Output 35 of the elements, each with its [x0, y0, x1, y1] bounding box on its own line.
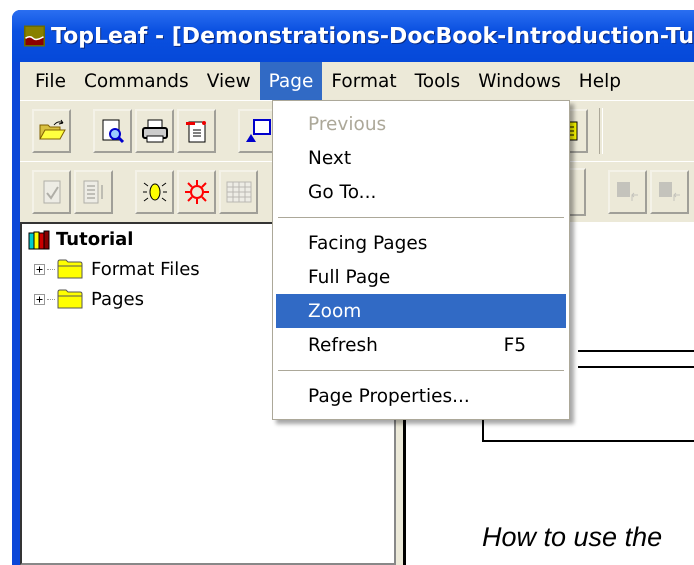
menu-option[interactable]: Facing Pages — [276, 226, 566, 260]
menu-option[interactable]: Refresh F5 — [276, 328, 566, 362]
document-heading: How to use the — [482, 522, 662, 553]
grid-icon — [224, 179, 252, 205]
tree-item[interactable]: Format Files — [91, 258, 200, 280]
menu-option[interactable]: Page Properties... — [276, 379, 566, 413]
document-button[interactable] — [177, 109, 216, 153]
folder-icon — [57, 258, 83, 280]
menu-item[interactable]: Format — [322, 62, 406, 100]
print-button[interactable] — [135, 109, 174, 153]
menu-item[interactable]: Windows — [469, 62, 570, 100]
menu-item[interactable]: Tools — [406, 62, 470, 100]
menu-item[interactable]: View — [198, 62, 260, 100]
tree-root-label[interactable]: Tutorial — [56, 228, 134, 250]
open-folder-button[interactable] — [32, 109, 71, 153]
menu-option[interactable]: Zoom — [276, 294, 566, 328]
preview-button[interactable] — [93, 109, 132, 153]
printer-icon — [140, 118, 168, 144]
menu-option[interactable]: Full Page — [276, 260, 566, 294]
menu-option[interactable]: Go To... — [276, 175, 566, 209]
expand-icon[interactable] — [34, 294, 45, 304]
menu-item[interactable]: Help — [570, 62, 630, 100]
menu-item[interactable]: Commands — [74, 62, 198, 100]
window-title: TopLeaf - [Demonstrations-DocBook-Introduction-Tu — [51, 24, 694, 48]
bulb-button[interactable] — [135, 170, 174, 214]
magnifier-page-icon — [100, 118, 126, 144]
menu-item[interactable]: File — [26, 62, 75, 100]
sun-icon — [184, 179, 210, 205]
menu-item[interactable]: Page — [260, 62, 322, 100]
sun-button[interactable] — [177, 170, 216, 214]
books-icon — [28, 228, 50, 250]
expand-icon[interactable] — [34, 264, 45, 274]
folder-icon — [57, 288, 83, 310]
menu-option[interactable]: Next — [276, 141, 566, 175]
tree-item[interactable]: Pages — [91, 288, 144, 310]
